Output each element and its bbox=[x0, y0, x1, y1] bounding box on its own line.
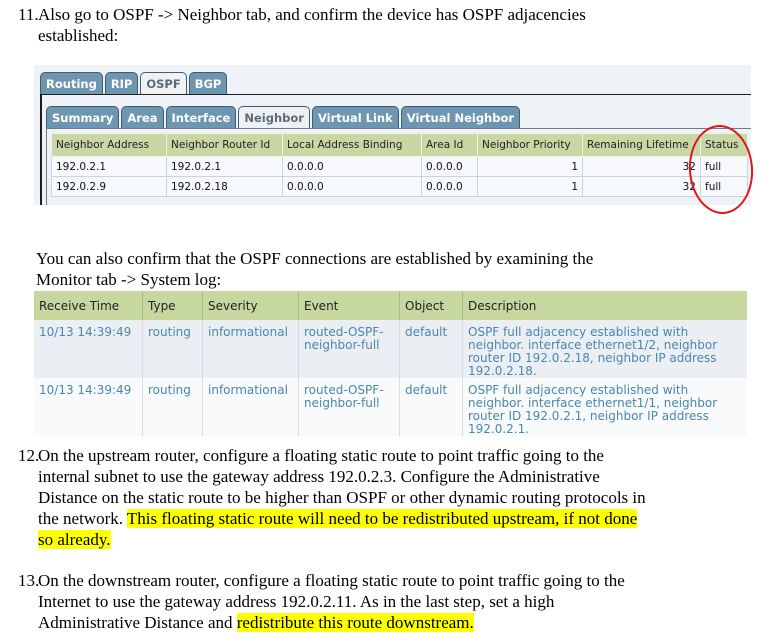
cell-neighbor-router-id: 192.0.2.18 bbox=[166, 176, 283, 197]
cell-area-id: 0.0.0.0 bbox=[421, 176, 478, 197]
cell-description: OSPF full adjacency established with nei… bbox=[462, 378, 747, 436]
column-header-description[interactable]: Description bbox=[462, 291, 747, 320]
step-text-line: On the downstream router, configure a fl… bbox=[38, 571, 625, 590]
cell-description: OSPF full adjacency established with nei… bbox=[462, 320, 747, 378]
monitor-instruction: You can also confirm that the OSPF conne… bbox=[36, 248, 756, 290]
cell-receive-time: 10/13 14:39:49 bbox=[34, 320, 143, 378]
tab-ospf[interactable]: OSPF bbox=[140, 72, 187, 94]
cell-neighbor-address: 192.0.2.9 bbox=[51, 176, 167, 197]
step-text-line: On the upstream router, configure a floa… bbox=[38, 446, 604, 465]
table-header-row: Neighbor Address Neighbor Router Id Loca… bbox=[51, 133, 748, 157]
neighbor-table: Neighbor Address Neighbor Router Id Loca… bbox=[51, 133, 748, 197]
cell-local-address-binding: 0.0.0.0 bbox=[282, 156, 422, 177]
tab-bgp[interactable]: BGP bbox=[188, 72, 228, 94]
routing-tab-bar: Routing RIP OSPF BGP bbox=[40, 72, 228, 94]
column-header-type[interactable]: Type bbox=[142, 291, 203, 320]
column-header-event[interactable]: Event bbox=[298, 291, 400, 320]
table-row[interactable]: 10/13 14:39:49 routing informational rou… bbox=[34, 320, 747, 378]
highlighted-text: so already. bbox=[38, 530, 111, 549]
divider bbox=[46, 128, 47, 205]
cell-remaining-lifetime: 32 bbox=[582, 176, 701, 197]
step-13: 13. On the downstream router, configure … bbox=[18, 570, 758, 633]
step-text-line: Internet to use the gateway address 192.… bbox=[38, 592, 555, 611]
instruction-line: You can also confirm that the OSPF conne… bbox=[36, 249, 594, 268]
tab-routing[interactable]: Routing bbox=[40, 72, 103, 94]
table-row[interactable]: 192.0.2.9 192.0.2.18 0.0.0.0 0.0.0.0 1 3… bbox=[51, 176, 748, 197]
step-text-line: Also go to OSPF -> Neighbor tab, and con… bbox=[38, 5, 586, 24]
step-text-line: Distance on the static route to be highe… bbox=[38, 488, 646, 507]
plain-text: the network. bbox=[38, 509, 127, 528]
cell-event: routed-OSPF-neighbor-full bbox=[298, 320, 400, 378]
ospf-sub-tab-bar: Summary Area Interface Neighbor Virtual … bbox=[46, 106, 521, 128]
step-text-line: internal subnet to use the gateway addre… bbox=[38, 467, 600, 486]
cell-remaining-lifetime: 32 bbox=[582, 156, 701, 177]
ospf-neighbor-screenshot: Routing RIP OSPF BGP Summary Area Interf… bbox=[34, 65, 757, 217]
column-header-neighbor-address[interactable]: Neighbor Address bbox=[51, 133, 167, 157]
cell-object: default bbox=[399, 378, 463, 436]
cell-type: routing bbox=[142, 320, 203, 378]
cell-severity: informational bbox=[202, 320, 299, 378]
cell-area-id: 0.0.0.0 bbox=[421, 156, 478, 177]
column-header-area-id[interactable]: Area Id bbox=[421, 133, 478, 157]
instruction-line: Monitor tab -> System log: bbox=[36, 270, 222, 289]
plain-text: Administrative Distance and bbox=[38, 613, 237, 632]
step-text-line: the network. This floating static route … bbox=[38, 508, 758, 529]
column-header-severity[interactable]: Severity bbox=[202, 291, 299, 320]
cell-neighbor-router-id: 192.0.2.1 bbox=[166, 156, 283, 177]
tab-virtual-neighbor[interactable]: Virtual Neighbor bbox=[400, 106, 521, 128]
column-header-remaining-lifetime[interactable]: Remaining Lifetime bbox=[582, 133, 701, 157]
system-log-table: Receive Time Type Severity Event Object … bbox=[34, 291, 747, 436]
column-header-receive-time[interactable]: Receive Time bbox=[34, 291, 143, 320]
step-text-line: Administrative Distance and redistribute… bbox=[38, 612, 758, 633]
tab-summary[interactable]: Summary bbox=[46, 106, 120, 128]
step-number: 13. bbox=[18, 571, 40, 590]
cell-object: default bbox=[399, 320, 463, 378]
highlighted-text: This floating static route will need to … bbox=[126, 509, 638, 528]
tab-neighbor[interactable]: Neighbor bbox=[238, 106, 310, 128]
column-header-neighbor-priority[interactable]: Neighbor Priority bbox=[477, 133, 583, 157]
table-header-row: Receive Time Type Severity Event Object … bbox=[34, 291, 747, 320]
tab-area[interactable]: Area bbox=[121, 106, 164, 128]
divider bbox=[40, 94, 751, 95]
highlighted-text: redistribute this route downstream. bbox=[236, 613, 474, 632]
cell-local-address-binding: 0.0.0.0 bbox=[282, 176, 422, 197]
step-text-line: established: bbox=[38, 26, 119, 45]
step-12: 12. On the upstream router, configure a … bbox=[18, 445, 758, 550]
step-text-line: so already. bbox=[38, 529, 758, 550]
divider bbox=[40, 94, 42, 205]
cell-receive-time: 10/13 14:39:49 bbox=[34, 378, 143, 436]
tab-interface[interactable]: Interface bbox=[165, 106, 237, 128]
column-header-local-address-binding[interactable]: Local Address Binding bbox=[282, 133, 422, 157]
step-number: 12. bbox=[18, 446, 40, 465]
cell-type: routing bbox=[142, 378, 203, 436]
tab-virtual-link[interactable]: Virtual Link bbox=[311, 106, 399, 128]
cell-neighbor-priority: 1 bbox=[477, 176, 583, 197]
table-row[interactable]: 192.0.2.1 192.0.2.1 0.0.0.0 0.0.0.0 1 32… bbox=[51, 156, 748, 177]
column-header-object[interactable]: Object bbox=[399, 291, 463, 320]
cell-event: routed-OSPF-neighbor-full bbox=[298, 378, 400, 436]
cell-neighbor-priority: 1 bbox=[477, 156, 583, 177]
divider bbox=[46, 128, 751, 129]
step-number: 11. bbox=[18, 5, 39, 24]
tab-rip[interactable]: RIP bbox=[104, 72, 139, 94]
table-row[interactable]: 10/13 14:39:49 routing informational rou… bbox=[34, 378, 747, 436]
cell-severity: informational bbox=[202, 378, 299, 436]
step-11: 11. Also go to OSPF -> Neighbor tab, and… bbox=[18, 4, 758, 46]
cell-neighbor-address: 192.0.2.1 bbox=[51, 156, 167, 177]
column-header-neighbor-router-id[interactable]: Neighbor Router Id bbox=[166, 133, 283, 157]
